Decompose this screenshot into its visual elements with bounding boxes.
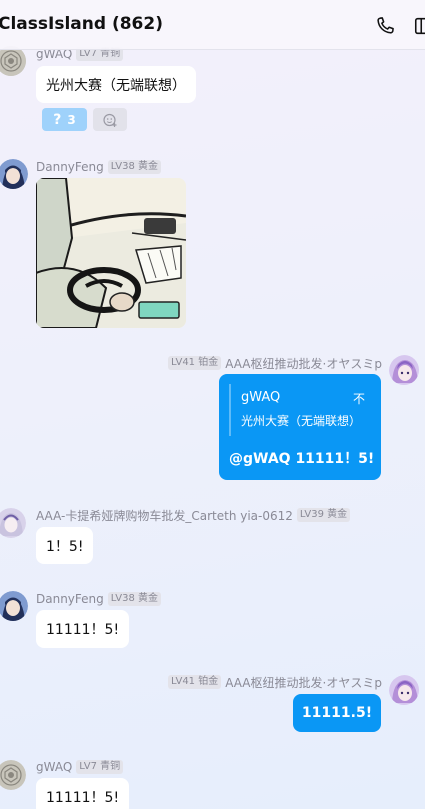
phone-icon[interactable] bbox=[374, 15, 396, 37]
level-badge: LV38 黄金 bbox=[107, 160, 161, 174]
message-bubble[interactable]: 11111！5! bbox=[36, 778, 130, 809]
sender-row: AAA-卡提希娅牌购物车批发_Carteth yia-0612 LV39 黄金 bbox=[36, 507, 351, 524]
add-reaction-icon bbox=[103, 113, 117, 127]
sender-name[interactable]: DannyFeng bbox=[36, 592, 104, 606]
avatar[interactable] bbox=[389, 675, 419, 705]
sticker-image[interactable] bbox=[36, 178, 186, 328]
sender-name[interactable]: AAA枢纽推动批发·オヤスミp bbox=[225, 355, 382, 372]
avatar[interactable] bbox=[0, 591, 28, 621]
avatar[interactable] bbox=[0, 760, 26, 790]
sender-name[interactable]: AAA枢纽推动批发·オヤスミp bbox=[225, 674, 382, 691]
avatar-image bbox=[0, 46, 26, 76]
message-text: @gWAQ 11111！5! bbox=[229, 451, 375, 467]
reaction-chip[interactable]: ? 3 bbox=[42, 108, 87, 131]
add-reaction-button[interactable] bbox=[93, 108, 127, 131]
sender-row: gWAQ LV7 青铜 bbox=[36, 759, 124, 775]
avatar-image bbox=[0, 591, 28, 621]
sender-row: DannyFeng LV38 黄金 bbox=[36, 591, 161, 607]
message-bubble[interactable]: 光州大赛（无端联想） bbox=[36, 66, 196, 103]
message-text: 11111.5! bbox=[301, 705, 373, 721]
sender-row: DannyFeng LV38 黄金 bbox=[36, 159, 161, 175]
message-text: 11111！5! bbox=[46, 790, 120, 806]
sender-name[interactable]: gWAQ bbox=[36, 760, 72, 774]
avatar[interactable] bbox=[0, 46, 26, 76]
avatar-image bbox=[0, 159, 28, 189]
level-badge: LV41 铂金 bbox=[168, 356, 222, 370]
level-badge: LV38 黄金 bbox=[107, 592, 161, 606]
avatar-image bbox=[389, 355, 419, 385]
message-bubble[interactable]: 1！5! bbox=[36, 527, 94, 564]
level-badge: LV39 黄金 bbox=[296, 508, 351, 522]
avatar[interactable] bbox=[389, 355, 419, 385]
chat-title: ClassIsland (862) bbox=[0, 14, 163, 34]
avatar[interactable] bbox=[0, 508, 26, 538]
sender-name[interactable]: DannyFeng bbox=[36, 160, 104, 174]
quoted-message[interactable]: gWAQ 不 光州大赛（无端联想） bbox=[229, 384, 371, 436]
chat-header: ClassIsland (862) bbox=[0, 0, 425, 50]
avatar-image bbox=[0, 508, 26, 538]
message-bubble[interactable]: 11111！5! bbox=[36, 610, 130, 648]
sender-row: LV41 铂金 AAA枢纽推动批发·オヤスミp bbox=[168, 355, 382, 371]
car-driving-illustration bbox=[36, 178, 186, 328]
quoted-mark: 不 bbox=[352, 392, 365, 406]
message-text: 1！5! bbox=[46, 538, 84, 555]
avatar[interactable] bbox=[0, 159, 28, 189]
message-text: 11111！5! bbox=[46, 622, 120, 638]
avatar-image bbox=[0, 760, 26, 790]
reaction-count: 3 bbox=[67, 112, 76, 127]
level-badge: LV41 铂金 bbox=[168, 675, 222, 689]
level-badge: LV7 青铜 bbox=[76, 760, 124, 774]
reply-message-bubble[interactable]: gWAQ 不 光州大赛（无端联想） @gWAQ 11111！5! bbox=[219, 374, 381, 480]
message-text: 光州大赛（无端联想） bbox=[46, 77, 186, 94]
quoted-text: 光州大赛（无端联想） bbox=[241, 414, 362, 428]
message-bubble[interactable]: 11111.5! bbox=[293, 694, 381, 732]
sender-name[interactable]: AAA-卡提希娅牌购物车批发_Carteth yia-0612 bbox=[36, 507, 293, 524]
quoted-sender: gWAQ bbox=[241, 390, 281, 405]
sender-row: LV41 铂金 AAA枢纽推动批发·オヤスミp bbox=[168, 674, 382, 690]
more-icon[interactable] bbox=[413, 15, 425, 37]
avatar-image bbox=[389, 675, 419, 705]
question-mark-icon: ? bbox=[53, 111, 62, 128]
